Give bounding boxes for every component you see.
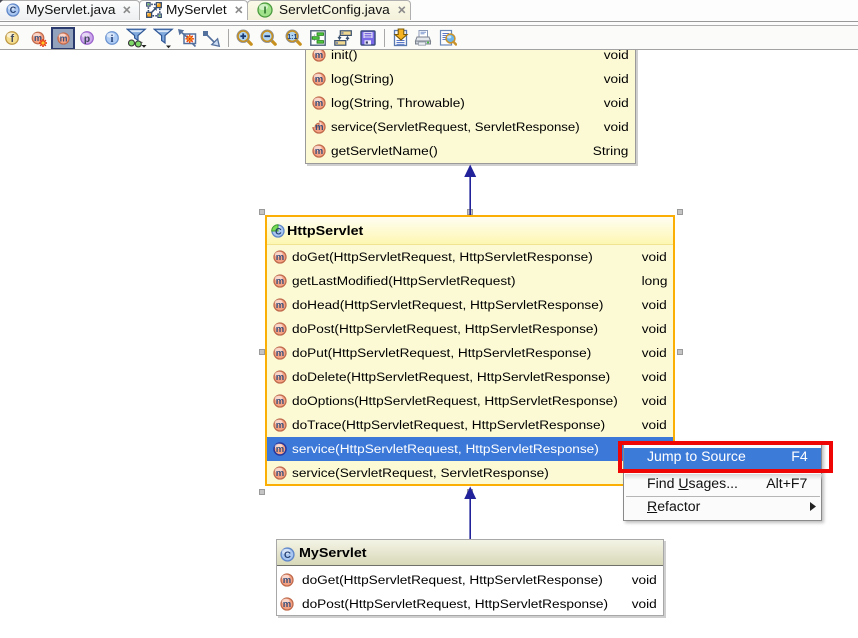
svg-text:f: f [11,33,15,45]
svg-text:i: i [111,33,114,45]
svg-text:m: m [315,122,323,133]
svg-text:p: p [84,34,90,45]
svg-text:1:1: 1:1 [287,34,297,41]
